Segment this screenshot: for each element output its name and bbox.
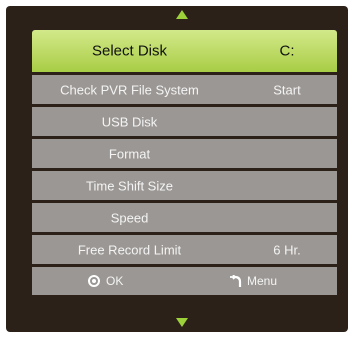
- ok-button[interactable]: OK: [88, 274, 123, 288]
- menu-item-speed[interactable]: Speed: [32, 203, 337, 232]
- menu-label: Menu: [247, 274, 278, 288]
- menu-item-usb-disk[interactable]: USB Disk: [32, 107, 337, 136]
- back-arrow-icon: [230, 275, 242, 287]
- menu-item-select-disk[interactable]: Select Disk C:: [32, 30, 337, 72]
- menu-footer: OK Menu: [32, 267, 337, 295]
- menu-item-check-pvr-file-system[interactable]: Check PVR File System Start: [32, 75, 337, 104]
- menu-button[interactable]: Menu: [228, 274, 277, 288]
- menu-item-label: Select Disk: [91, 42, 168, 60]
- menu-item-label: Format: [108, 146, 151, 161]
- ok-circle-icon: [88, 275, 100, 287]
- menu-item-value: C:: [279, 42, 295, 60]
- menu-item-label: Speed: [110, 210, 149, 225]
- menu-item-time-shift-size[interactable]: Time Shift Size: [32, 171, 337, 200]
- ok-label: OK: [106, 274, 124, 288]
- menu-item-label: Free Record Limit: [77, 242, 182, 257]
- menu-item-label: USB Disk: [101, 114, 158, 129]
- menu-item-value: Start: [273, 82, 301, 97]
- pvr-menu-list: Select Disk C: Check PVR File System Sta…: [32, 30, 337, 295]
- menu-item-label: Time Shift Size: [86, 178, 173, 193]
- menu-item-format[interactable]: Format: [32, 139, 337, 168]
- arrow-up-icon[interactable]: [176, 10, 188, 19]
- arrow-down-icon[interactable]: [176, 318, 188, 327]
- menu-item-free-record-limit[interactable]: Free Record Limit 6 Hr.: [32, 235, 337, 264]
- menu-item-label: Check PVR File System: [60, 82, 199, 97]
- menu-item-value: 6 Hr.: [273, 242, 301, 257]
